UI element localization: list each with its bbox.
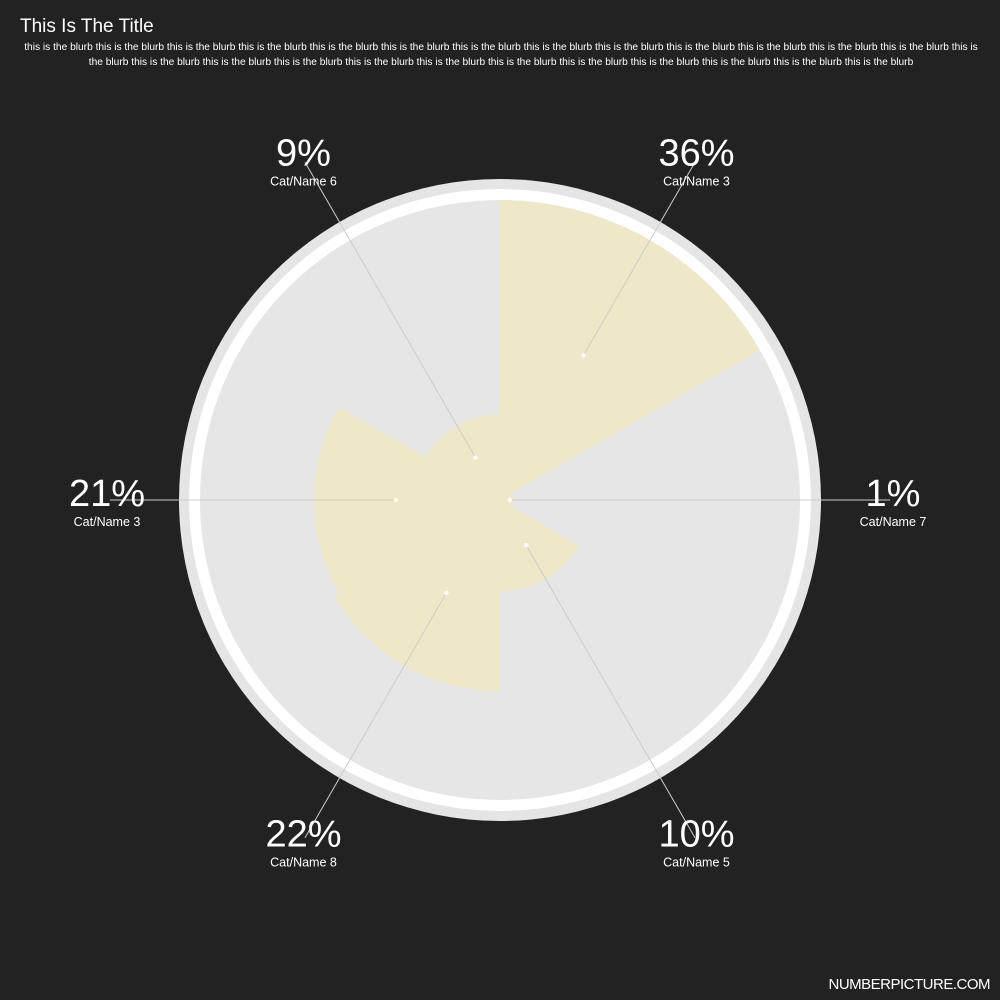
leader-dot-2 — [507, 497, 512, 503]
slice-percent-label-5: 21% — [69, 473, 145, 515]
slice-name-label-4: Cat/Name 8 — [270, 855, 337, 869]
slice-name-label-2: Cat/Name 7 — [860, 515, 927, 529]
slice-percent-label-4: 22% — [265, 813, 341, 855]
slice-name-label-1: Cat/Name 3 — [663, 175, 730, 189]
slice-name-label-6: Cat/Name 6 — [270, 175, 337, 189]
slice-percent-label-6: 9% — [276, 133, 331, 175]
brand-logo-text: NUMBERPICTURE.COM — [828, 976, 990, 993]
leader-dot-1 — [581, 353, 586, 358]
leader-dot-6 — [473, 455, 478, 460]
slice-percent-label-3: 10% — [658, 813, 734, 855]
slice-name-label-5: Cat/Name 3 — [74, 515, 141, 529]
leader-dot-3 — [523, 542, 529, 548]
polar-area-chart: 36%Cat/Name 31%Cat/Name 710%Cat/Name 522… — [69, 133, 927, 870]
slice-percent-label-2: 1% — [866, 473, 921, 515]
slice-percent-label-1: 36% — [658, 133, 734, 175]
leader-dot-5 — [393, 497, 399, 503]
leader-dot-4 — [444, 590, 449, 596]
slice-name-label-3: Cat/Name 5 — [663, 855, 730, 869]
